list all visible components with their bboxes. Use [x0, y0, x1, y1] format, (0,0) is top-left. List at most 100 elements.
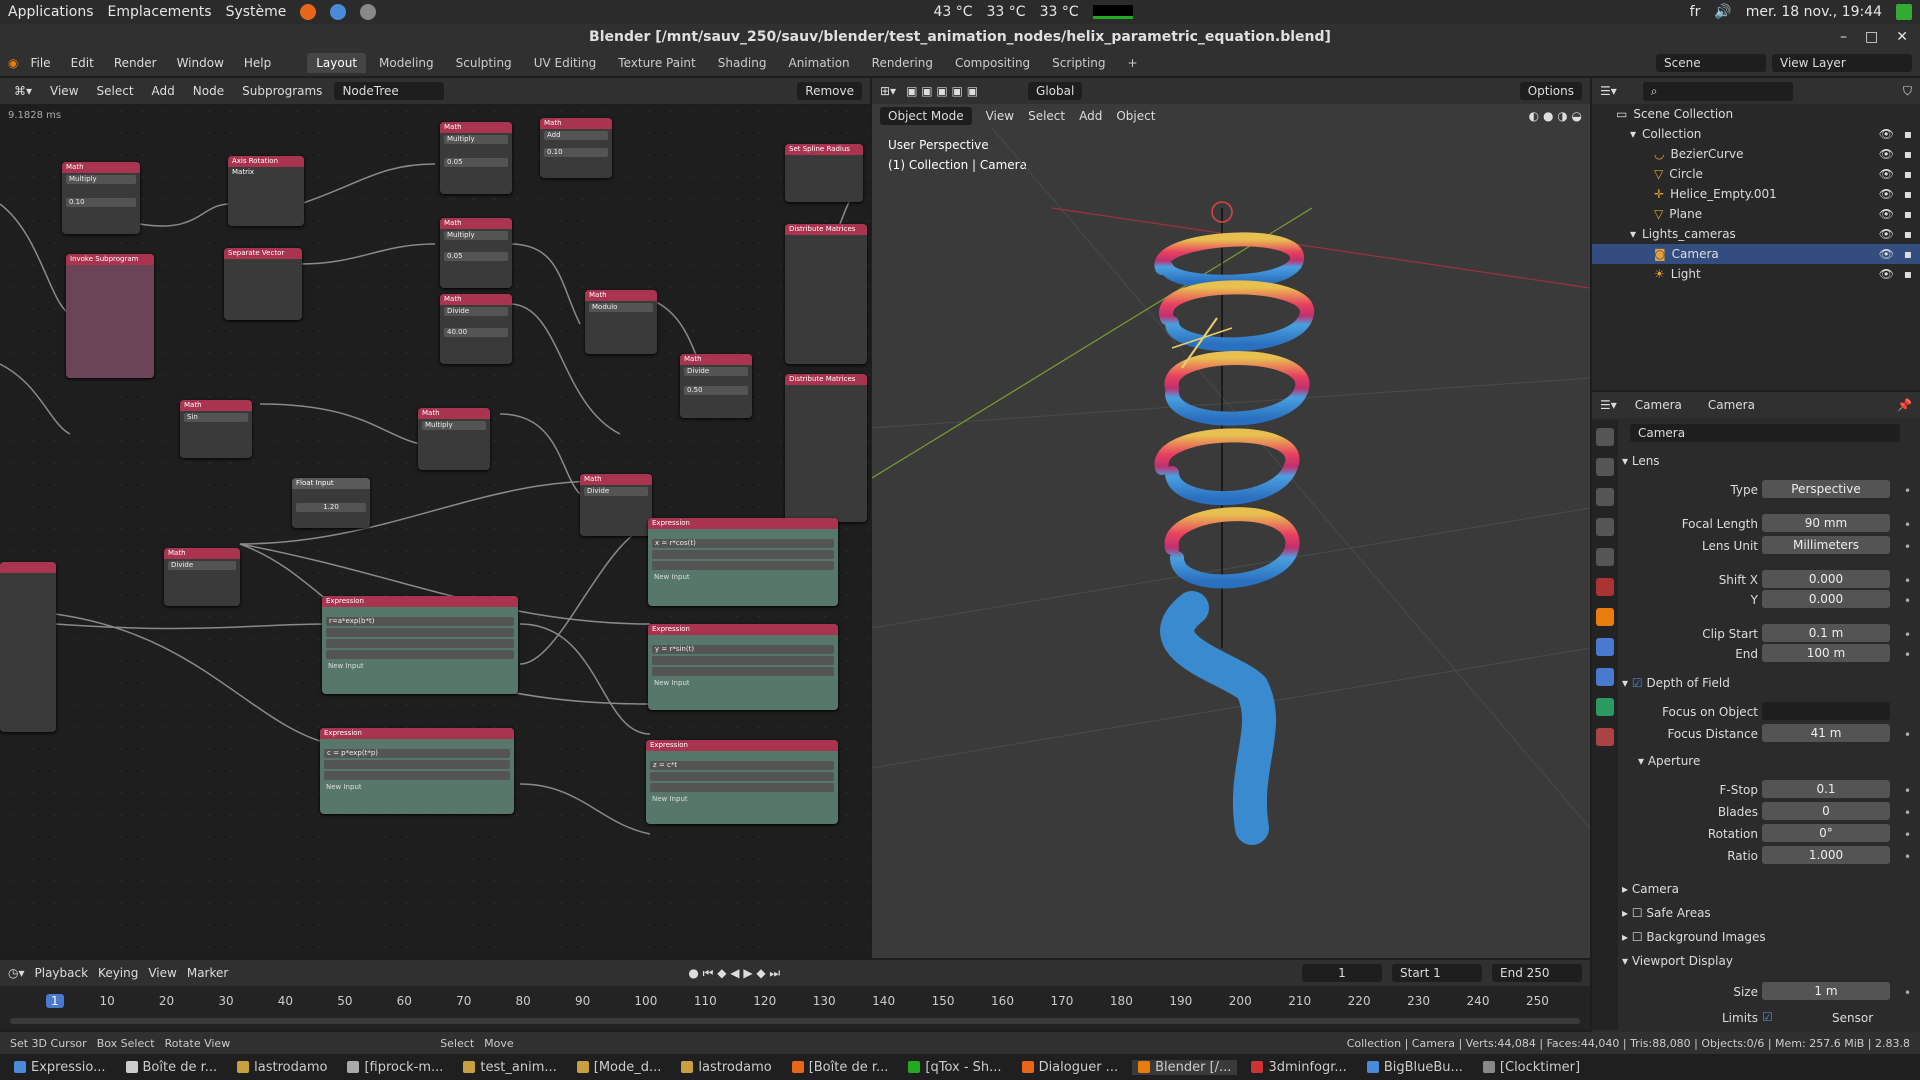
fstop-field[interactable]: 0.1 [1762, 780, 1890, 798]
render-icon[interactable]: ▪ [1904, 147, 1912, 161]
lens-unit-dropdown[interactable]: Millimeters [1762, 536, 1890, 554]
shift-y-field[interactable]: 0.000 [1762, 590, 1890, 608]
safe-areas-panel-header[interactable]: ▸ ☐ Safe Areas [1622, 906, 1711, 920]
tl-menu-view[interactable]: View [148, 966, 176, 980]
apps-menu[interactable]: Applications [8, 4, 94, 20]
taskbar-item[interactable]: Boîte de r... [120, 1060, 224, 1075]
focus-distance-field[interactable]: 41 m [1762, 724, 1890, 742]
rotation-field[interactable]: 0° [1762, 824, 1890, 842]
current-frame-field[interactable]: 1 [1302, 964, 1382, 982]
taskbar-item[interactable]: lastrodamo [231, 1060, 333, 1075]
menu-window[interactable]: Window [169, 53, 232, 73]
object-mode-selector[interactable]: Object Mode [880, 107, 972, 125]
taskbar-item[interactable]: [Mode_d... [571, 1060, 668, 1075]
camera-data-name-field[interactable]: Camera [1630, 424, 1900, 442]
lens-type-row[interactable]: Type Perspective • [1622, 480, 1914, 500]
shading-mode-icons[interactable]: ◐ ● ◑ ◒ [1529, 109, 1582, 123]
start-frame-field[interactable]: Start 1 [1392, 964, 1482, 982]
ne-menu-view[interactable]: View [44, 82, 84, 100]
math-node[interactable]: Math Add 0.10 [540, 118, 612, 178]
tool-tab-icon[interactable] [1596, 428, 1614, 446]
firefox-icon[interactable] [300, 4, 317, 20]
editor-type-icon[interactable]: ⌘▾ [8, 82, 38, 100]
tl-menu-marker[interactable]: Marker [187, 966, 228, 980]
ne-menu-node[interactable]: Node [187, 82, 230, 100]
expression-node[interactable]: Expression c = p*exp(t*p) New Input [320, 728, 514, 814]
maximize-icon[interactable]: □ [1865, 24, 1878, 50]
lens-type-dropdown[interactable]: Perspective [1762, 480, 1890, 498]
ratio-row[interactable]: Ratio 1.000 • [1622, 846, 1914, 866]
math-node[interactable]: Math Multiply 0.05 [440, 122, 512, 194]
outliner-search-input[interactable]: ⌕ [1642, 81, 1793, 101]
blades-row[interactable]: Blades 0 • [1622, 802, 1914, 822]
distribute-matrices-node[interactable]: Distribute Matrices [785, 224, 867, 364]
shift-y-row[interactable]: Y 0.000 • [1622, 590, 1914, 610]
blades-field[interactable]: 0 [1762, 802, 1890, 820]
visibility-icon[interactable]: 👁 [1879, 247, 1894, 261]
taskbar-item[interactable]: lastrodamo [675, 1060, 777, 1075]
volume-icon[interactable]: 🔊 [1714, 4, 1731, 20]
outliner-item-lights-cameras[interactable]: ▾ Lights_cameras 👁 ▪ [1592, 224, 1920, 244]
focus-object-row[interactable]: Focus on Object [1622, 702, 1914, 722]
visibility-icon[interactable]: 👁 [1879, 187, 1894, 201]
tab-uv-editing[interactable]: UV Editing [525, 53, 606, 73]
vp-menu-object[interactable]: Object [1116, 109, 1155, 123]
chrome-icon[interactable] [330, 4, 347, 20]
ne-menu-add[interactable]: Add [146, 82, 181, 100]
viewport-editor-type-icon[interactable]: ⊞▾ [880, 84, 896, 98]
set-spline-radius-node[interactable]: Set Spline Radius [785, 144, 863, 202]
tab-modeling[interactable]: Modeling [370, 53, 443, 73]
vp-menu-select[interactable]: Select [1028, 109, 1065, 123]
outliner[interactable]: ☰▾ ⌕ ⛉ ▭ Scene Collection ▾ Collection 👁 ▪ ◡… [1592, 78, 1920, 390]
taskbar-item[interactable]: BigBlueBu... [1361, 1060, 1469, 1075]
dof-checkbox[interactable]: ☑ [1632, 676, 1643, 690]
fstop-row[interactable]: F-Stop 0.1 • [1622, 780, 1914, 800]
taskbar-item[interactable]: [Clocktimer] [1477, 1060, 1586, 1075]
limits-checkbox[interactable]: ☑ [1762, 1010, 1773, 1024]
options-button[interactable]: Options [1519, 82, 1582, 100]
outliner-item-camera[interactable]: ◙ Camera 👁 ▪ [1592, 244, 1920, 264]
select-mode-icons[interactable]: ▣ ▣ ▣ ▣ ▣ [906, 84, 978, 98]
taskbar-item[interactable]: 3dminfogr... [1245, 1060, 1352, 1075]
expression-node[interactable]: Expression x = r*cos(t) New Input [648, 518, 838, 606]
properties-editor-type-icon[interactable]: ☰▾ [1600, 398, 1617, 412]
tab-sculpting[interactable]: Sculpting [447, 53, 521, 73]
output-tab-icon[interactable] [1596, 488, 1614, 506]
menu-render[interactable]: Render [106, 53, 165, 73]
timeline-scrollbar[interactable] [10, 1018, 1580, 1024]
shift-x-field[interactable]: 0.000 [1762, 570, 1890, 588]
invoke-subprogram-node[interactable]: Invoke Subprogram [66, 254, 154, 378]
visibility-icon[interactable]: 👁 [1879, 147, 1894, 161]
focus-distance-row[interactable]: Focus Distance 41 m • [1622, 724, 1914, 744]
render-icon[interactable]: ▪ [1904, 207, 1912, 221]
dof-panel-header[interactable]: ▾ ☑ Depth of Field [1622, 676, 1730, 690]
expression-node[interactable]: Expression r=a*exp(b*t) New Input [322, 596, 518, 694]
ne-menu-subprograms[interactable]: Subprograms [236, 82, 328, 100]
tab-layout[interactable]: Layout [307, 53, 367, 73]
add-workspace-button[interactable]: + [1119, 53, 1147, 73]
close-icon[interactable]: ✕ [1896, 24, 1908, 50]
math-node[interactable]: Math Divide 40.00 [440, 294, 512, 364]
taskbar-item[interactable]: Dialoguer ... [1016, 1060, 1125, 1075]
visibility-icon[interactable]: 👁 [1879, 127, 1894, 141]
launcher-icon[interactable] [360, 4, 377, 20]
pin-icon[interactable]: 📌 [1897, 398, 1912, 412]
orientation-selector[interactable]: Global [1028, 82, 1083, 100]
object-tab-icon[interactable] [1596, 608, 1614, 626]
math-node[interactable]: Math Multiply 0.10 [62, 162, 140, 234]
background-images-panel-header[interactable]: ▸ ☐ Background Images [1622, 930, 1766, 944]
viewport-display-panel-header[interactable]: ▾ Viewport Display [1622, 954, 1733, 968]
outliner-scene-collection[interactable]: ▭ Scene Collection [1592, 104, 1920, 124]
render-icon[interactable]: ▪ [1904, 167, 1912, 181]
scene-selector[interactable]: Scene [1656, 54, 1766, 72]
node-tree-selector[interactable]: NodeTree [334, 82, 445, 100]
shift-x-row[interactable]: Shift X 0.000 • [1622, 570, 1914, 590]
camera-panel-header[interactable]: ▸ Camera [1622, 882, 1679, 896]
focal-length-field[interactable]: 90 mm [1762, 514, 1890, 532]
blender-logo-icon[interactable]: ◉ [8, 56, 18, 70]
clip-start-row[interactable]: Clip Start 0.1 m • [1622, 624, 1914, 644]
visibility-icon[interactable]: 👁 [1879, 267, 1894, 281]
node-editor[interactable]: ⌘▾ View Select Add Node Subprograms Node… [0, 78, 870, 958]
taskbar-item-blender[interactable]: Blender [/... [1132, 1059, 1238, 1075]
render-icon[interactable]: ▪ [1904, 127, 1912, 141]
